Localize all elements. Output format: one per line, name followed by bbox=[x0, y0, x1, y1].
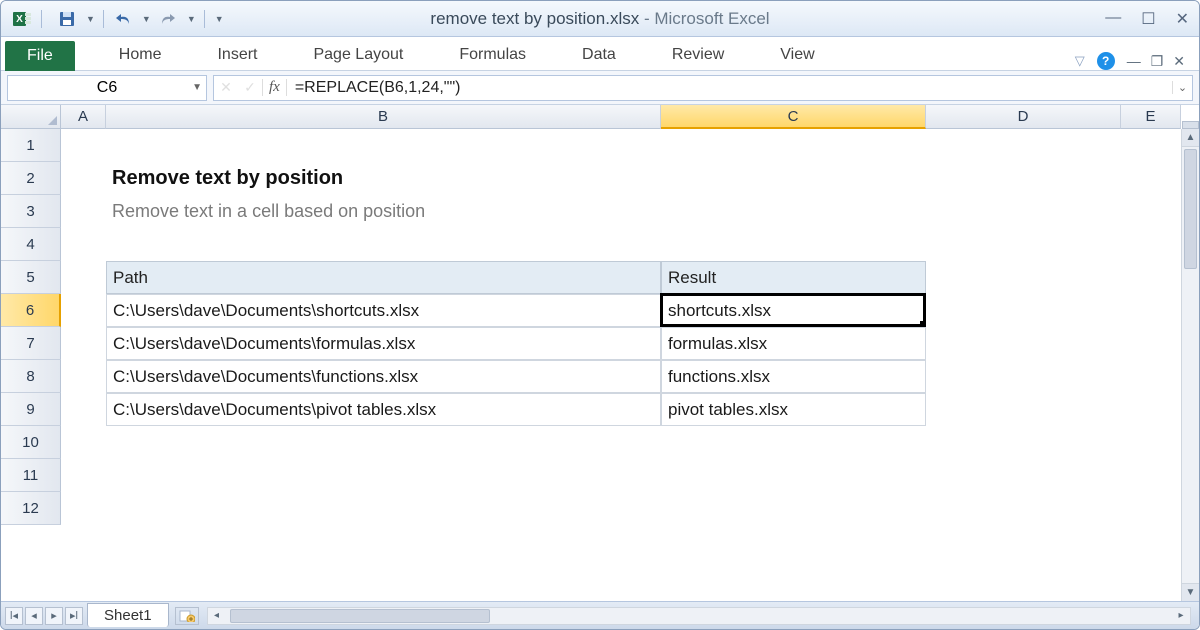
hscroll-thumb[interactable] bbox=[230, 609, 490, 623]
fx-accept-icon[interactable]: ✓ bbox=[238, 79, 262, 96]
redo-button[interactable] bbox=[157, 8, 179, 30]
cell-C5[interactable]: Result bbox=[661, 261, 926, 294]
col-header-B[interactable]: B bbox=[106, 105, 661, 129]
ribbon: File Home Insert Page Layout Formulas Da… bbox=[1, 37, 1199, 71]
sheet-nav-last-icon[interactable]: ▸l bbox=[65, 607, 83, 625]
row-header-11[interactable]: 11 bbox=[1, 459, 61, 492]
workbook-minimize-icon[interactable]: ― bbox=[1127, 53, 1141, 70]
tab-home[interactable]: Home bbox=[107, 40, 174, 70]
formula-input[interactable]: =REPLACE(B6,1,24,"") bbox=[287, 79, 1172, 97]
cell-C6[interactable]: shortcuts.xlsx bbox=[661, 294, 926, 327]
cell-B6[interactable]: C:\Users\dave\Documents\shortcuts.xlsx bbox=[106, 294, 661, 327]
workbook-restore-icon[interactable]: ❐ bbox=[1151, 53, 1164, 70]
sheet-navigation: l◂ ◂ ▸ ▸l bbox=[1, 602, 87, 629]
excel-icon: X bbox=[11, 8, 33, 30]
ribbon-minimize-icon[interactable]: ▽ bbox=[1075, 53, 1085, 69]
cell-B2[interactable]: Remove text by position bbox=[106, 162, 661, 195]
row-header-2[interactable]: 2 bbox=[1, 162, 61, 195]
tab-view[interactable]: View bbox=[768, 40, 826, 70]
row-header-8[interactable]: 8 bbox=[1, 360, 61, 393]
row-header-9[interactable]: 9 bbox=[1, 393, 61, 426]
name-box-dropdown-icon[interactable]: ▼ bbox=[192, 82, 202, 93]
sheet-nav-prev-icon[interactable]: ◂ bbox=[25, 607, 43, 625]
redo-dropdown-icon[interactable]: ▼ bbox=[187, 14, 196, 24]
cell-B9[interactable]: C:\Users\dave\Documents\pivot tables.xls… bbox=[106, 393, 661, 426]
cell-B5[interactable]: Path bbox=[106, 261, 661, 294]
file-tab[interactable]: File bbox=[5, 41, 75, 71]
sheet-tab-active[interactable]: Sheet1 bbox=[87, 603, 169, 627]
tab-review[interactable]: Review bbox=[660, 40, 736, 70]
window-title: remove text by position.xlsx - Microsoft… bbox=[430, 9, 769, 29]
titlebar: X ▼ ▼ ▼ ▼ remove text by position.xlsx -… bbox=[1, 1, 1199, 37]
undo-button[interactable] bbox=[112, 8, 134, 30]
formula-expand-icon[interactable]: ⌄ bbox=[1172, 81, 1192, 94]
split-handle[interactable] bbox=[1182, 121, 1199, 129]
close-button[interactable]: ✕ bbox=[1176, 9, 1189, 29]
help-icon[interactable]: ? bbox=[1097, 52, 1115, 70]
scroll-right-icon[interactable]: ▸ bbox=[1172, 608, 1190, 624]
fx-icon[interactable]: fx bbox=[262, 79, 287, 96]
tab-insert[interactable]: Insert bbox=[205, 40, 269, 70]
col-header-C[interactable]: C bbox=[661, 105, 926, 129]
quick-access-toolbar: ▼ ▼ ▼ ▼ bbox=[56, 8, 224, 30]
minimize-button[interactable]: ― bbox=[1105, 9, 1121, 29]
row-header-10[interactable]: 10 bbox=[1, 426, 61, 459]
col-header-D[interactable]: D bbox=[926, 105, 1121, 129]
horizontal-scrollbar[interactable]: ◂ ▸ bbox=[207, 607, 1191, 625]
sheet-nav-next-icon[interactable]: ▸ bbox=[45, 607, 63, 625]
row-header-1[interactable]: 1 bbox=[1, 129, 61, 162]
new-sheet-button[interactable] bbox=[175, 607, 199, 625]
scroll-down-icon[interactable]: ▼ bbox=[1182, 583, 1199, 601]
row-header-7[interactable]: 7 bbox=[1, 327, 61, 360]
excel-window: X ▼ ▼ ▼ ▼ remove text by position.xlsx -… bbox=[0, 0, 1200, 630]
cell-B8[interactable]: C:\Users\dave\Documents\functions.xlsx bbox=[106, 360, 661, 393]
cell-C7[interactable]: formulas.xlsx bbox=[661, 327, 926, 360]
col-header-A[interactable]: A bbox=[61, 105, 106, 129]
row-header-4[interactable]: 4 bbox=[1, 228, 61, 261]
row-header-3[interactable]: 3 bbox=[1, 195, 61, 228]
formula-bar: C6 ▼ ✕ ✓ fx =REPLACE(B6,1,24,"") ⌄ bbox=[1, 71, 1199, 105]
workbook-close-icon[interactable]: ✕ bbox=[1173, 53, 1185, 70]
qat-more-icon[interactable]: ▼ bbox=[215, 14, 224, 24]
tab-page-layout[interactable]: Page Layout bbox=[301, 40, 415, 70]
row-header-6[interactable]: 6 bbox=[1, 294, 61, 327]
col-header-E[interactable]: E bbox=[1121, 105, 1181, 129]
cell-C9[interactable]: pivot tables.xlsx bbox=[661, 393, 926, 426]
spreadsheet-grid: ABCDE 123456789101112 Remove text by pos… bbox=[1, 105, 1199, 601]
cell-B7[interactable]: C:\Users\dave\Documents\formulas.xlsx bbox=[106, 327, 661, 360]
tab-data[interactable]: Data bbox=[570, 40, 628, 70]
sheet-nav-first-icon[interactable]: l◂ bbox=[5, 607, 23, 625]
vertical-scrollbar[interactable]: ▲ ▼ bbox=[1181, 129, 1199, 601]
undo-dropdown-icon[interactable]: ▼ bbox=[142, 14, 151, 24]
scroll-thumb[interactable] bbox=[1184, 149, 1197, 269]
name-box[interactable]: C6 ▼ bbox=[7, 75, 207, 101]
scroll-left-icon[interactable]: ◂ bbox=[208, 608, 226, 624]
row-header-12[interactable]: 12 bbox=[1, 492, 61, 525]
select-all-corner[interactable] bbox=[1, 105, 61, 129]
cell-C8[interactable]: functions.xlsx bbox=[661, 360, 926, 393]
svg-text:X: X bbox=[16, 14, 23, 25]
maximize-button[interactable]: ☐ bbox=[1141, 9, 1155, 29]
tab-formulas[interactable]: Formulas bbox=[447, 40, 538, 70]
qat-customize-icon[interactable]: ▼ bbox=[86, 14, 95, 24]
row-header-5[interactable]: 5 bbox=[1, 261, 61, 294]
fx-cancel-icon[interactable]: ✕ bbox=[214, 79, 238, 96]
cell-B3[interactable]: Remove text in a cell based on position bbox=[106, 195, 661, 228]
scroll-up-icon[interactable]: ▲ bbox=[1182, 129, 1199, 147]
statusbar: l◂ ◂ ▸ ▸l Sheet1 ◂ ▸ bbox=[1, 601, 1199, 629]
save-button[interactable] bbox=[56, 8, 78, 30]
